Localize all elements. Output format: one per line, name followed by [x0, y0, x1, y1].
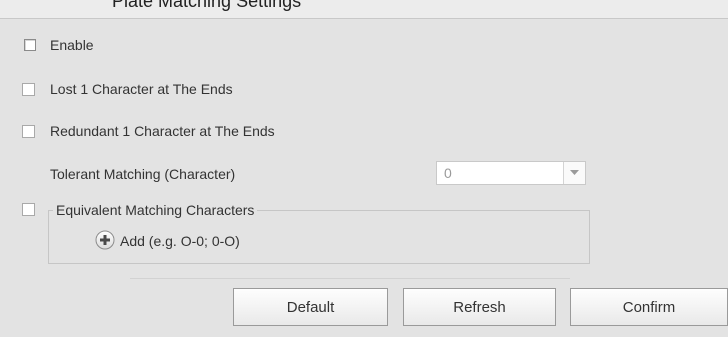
lost-char-label: Lost 1 Character at The Ends	[50, 81, 233, 97]
dialog-title-bar: Plate Matching Settings	[0, 0, 728, 18]
lost-char-checkbox[interactable]	[22, 83, 35, 96]
dropdown-arrow-icon[interactable]	[563, 162, 585, 184]
confirm-button[interactable]: Confirm	[570, 288, 728, 326]
enable-label: Enable	[50, 37, 94, 53]
tolerant-matching-value: 0	[444, 165, 452, 181]
dialog-title: Plate Matching Settings	[112, 0, 302, 11]
tolerant-matching-select[interactable]: 0	[436, 161, 586, 185]
add-link[interactable]: Add (e.g. O-0; 0-O)	[120, 233, 240, 249]
equivalent-chars-checkbox[interactable]	[22, 203, 35, 216]
add-icon[interactable]	[95, 230, 115, 250]
redundant-char-label: Redundant 1 Character at The Ends	[50, 123, 275, 139]
equivalent-chars-legend: Equivalent Matching Characters	[53, 202, 258, 218]
refresh-button[interactable]: Refresh	[403, 288, 556, 326]
enable-checkbox[interactable]	[24, 39, 36, 51]
redundant-char-checkbox[interactable]	[22, 125, 35, 138]
default-button[interactable]: Default	[233, 288, 388, 326]
divider	[130, 278, 570, 279]
tolerant-matching-label: Tolerant Matching (Character)	[50, 166, 236, 182]
